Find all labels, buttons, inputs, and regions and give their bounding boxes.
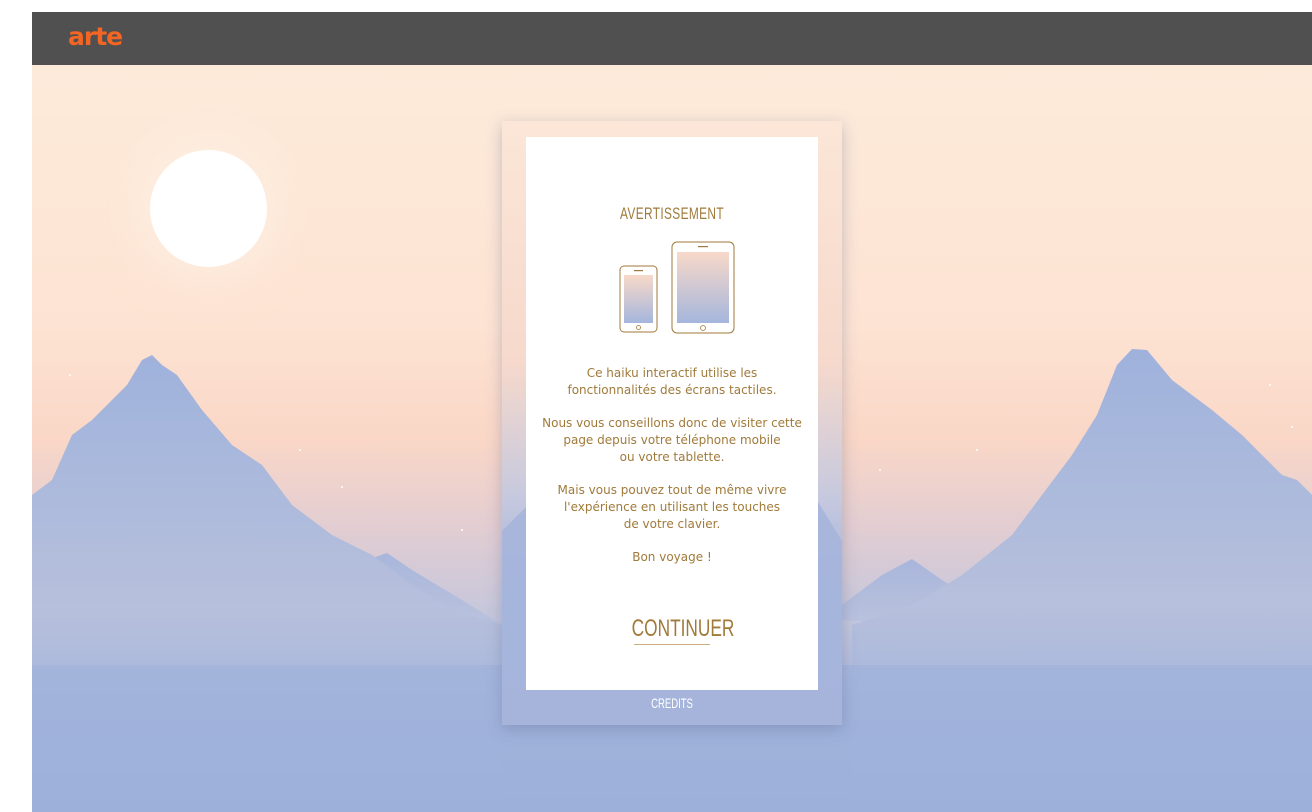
dialog-title: AVERTISSEMENT [620,204,724,223]
top-bar: arte [32,12,1312,65]
dialog-panel: AVERTISSEMENT Ce haiku interactif utilis… [526,137,818,690]
devices-illustration [619,241,735,334]
landscape-background: AVERTISSEMENT Ce haiku interactif utilis… [32,65,1312,812]
continue-underline [634,644,710,645]
message-paragraph: Mais vous pouvez tout de même vivre l'ex… [557,483,787,531]
message-paragraph: Nous vous conseillons donc de visiter ce… [542,416,802,464]
message-paragraph: Ce haiku interactif utilise les fonction… [567,366,777,397]
arte-logo[interactable]: arte [68,22,123,51]
message-paragraph: Bon voyage ! [632,550,712,564]
tablet-icon [671,241,735,334]
warning-dialog: AVERTISSEMENT Ce haiku interactif utilis… [502,121,842,725]
credits-link[interactable]: CREDITS [556,695,787,711]
warning-message: Ce haiku interactif utilise les fonction… [538,365,806,582]
smartphone-icon [619,265,658,333]
